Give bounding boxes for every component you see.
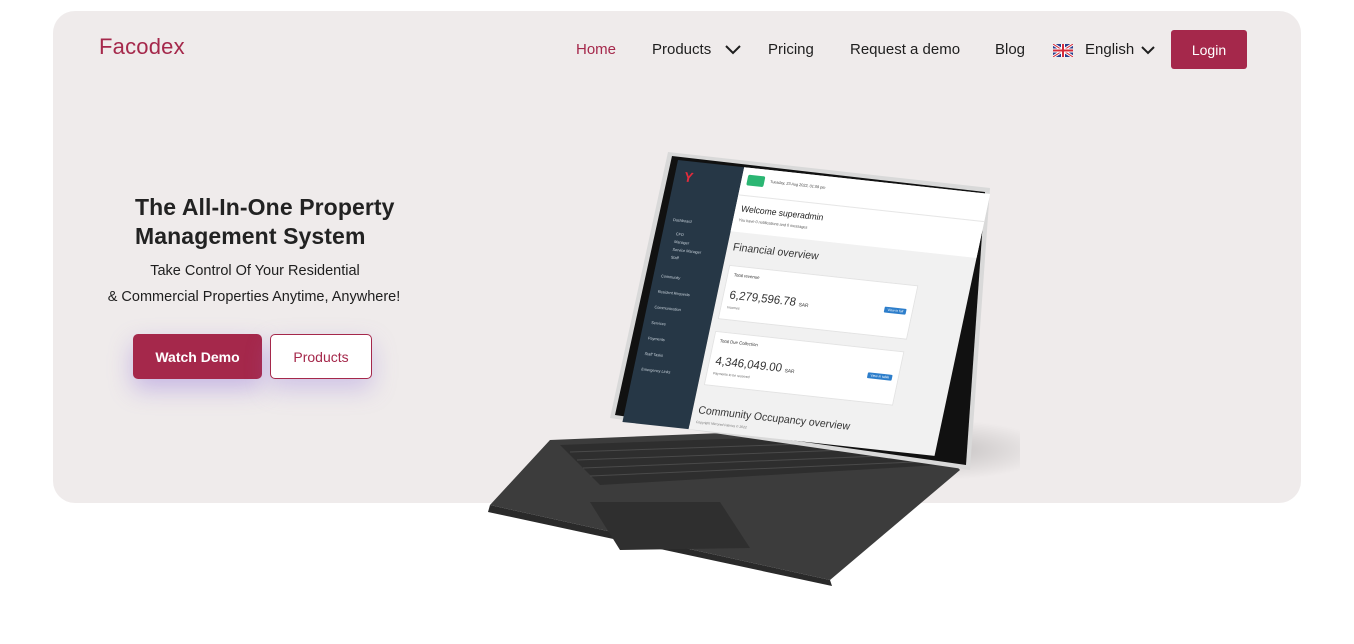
card-label: Total Due Collection	[719, 338, 759, 348]
screen-menu-button	[746, 174, 766, 188]
hero-headline: The All-In-One Property Management Syste…	[135, 194, 395, 249]
card-tag: View in full	[883, 306, 907, 315]
tablet-illustration: Y Dashboard CFO Manager Service Manager …	[480, 140, 1020, 590]
card-label: Total revenue	[733, 272, 761, 280]
nav-request-demo[interactable]: Request a demo	[850, 41, 960, 58]
products-button[interactable]: Products	[270, 334, 372, 379]
screen-sidebar-item: Emergency Links	[640, 366, 671, 375]
screen-sidebar-item: Manager	[673, 239, 690, 246]
navbar: Facodex Home Products Pricing Request a …	[53, 11, 1301, 73]
card-sub: Payments to be received	[712, 371, 750, 380]
screen-sidebar-item: Communication	[654, 304, 682, 313]
screen-revenue-card: Total revenue 6,279,596.78 SAR Incomes V…	[717, 264, 919, 340]
nav-products[interactable]: Products	[652, 41, 742, 58]
screen-sidebar-item: Services	[650, 319, 667, 327]
screen-due-card: Total Due Collection 4,346,049.00 SAR Pa…	[703, 330, 905, 406]
screen-sidebar-item: Community	[660, 273, 681, 281]
language-selector[interactable]: English	[1085, 41, 1156, 58]
screen-sidebar-item: CFO	[675, 231, 685, 238]
chevron-down-icon	[1141, 45, 1156, 54]
screen-logo-icon: Y	[682, 168, 695, 186]
screen-sidebar-item: Service Manager	[672, 246, 702, 255]
screen-financial-title: Financial overview	[731, 241, 820, 263]
screen-sidebar-item: Resident Requests	[657, 288, 691, 298]
hero-subline-1: Take Control Of Your Residential	[150, 263, 360, 279]
watch-demo-button[interactable]: Watch Demo	[133, 334, 262, 379]
screen-sidebar-item: Staff Tasks	[644, 350, 664, 358]
hero-subline-2: & Commercial Properties Anytime, Anywher…	[107, 289, 401, 305]
screen-sidebar-item: Staff	[670, 254, 680, 261]
uk-flag-icon	[1053, 44, 1073, 57]
chevron-down-icon	[725, 45, 742, 55]
login-button[interactable]: Login	[1171, 30, 1247, 69]
nav-home[interactable]: Home	[576, 41, 616, 58]
screen-sidebar-item: Dashboard	[672, 217, 693, 224]
nav-pricing[interactable]: Pricing	[768, 41, 814, 58]
screen-copyright: Copyright Mirrored Fabrics © 2022	[695, 420, 748, 430]
screen-occupancy-title: Community Occupancy overview	[697, 404, 852, 433]
card-value: 6,279,596.78 SAR	[728, 287, 809, 310]
nav-products-label: Products	[652, 41, 712, 58]
nav-blog[interactable]: Blog	[995, 41, 1025, 58]
language-label: English	[1085, 41, 1135, 58]
screen-date: Tuesday, 23 Aug 2022, 01:09 pm	[769, 179, 827, 190]
screen-sidebar-item: Payments	[647, 335, 666, 343]
card-tag: View in table	[867, 372, 893, 381]
brand-logo[interactable]: Facodex	[99, 34, 185, 60]
tablet-screen: Y Dashboard CFO Manager Service Manager …	[622, 160, 991, 456]
card-sub: Incomes	[726, 305, 740, 311]
